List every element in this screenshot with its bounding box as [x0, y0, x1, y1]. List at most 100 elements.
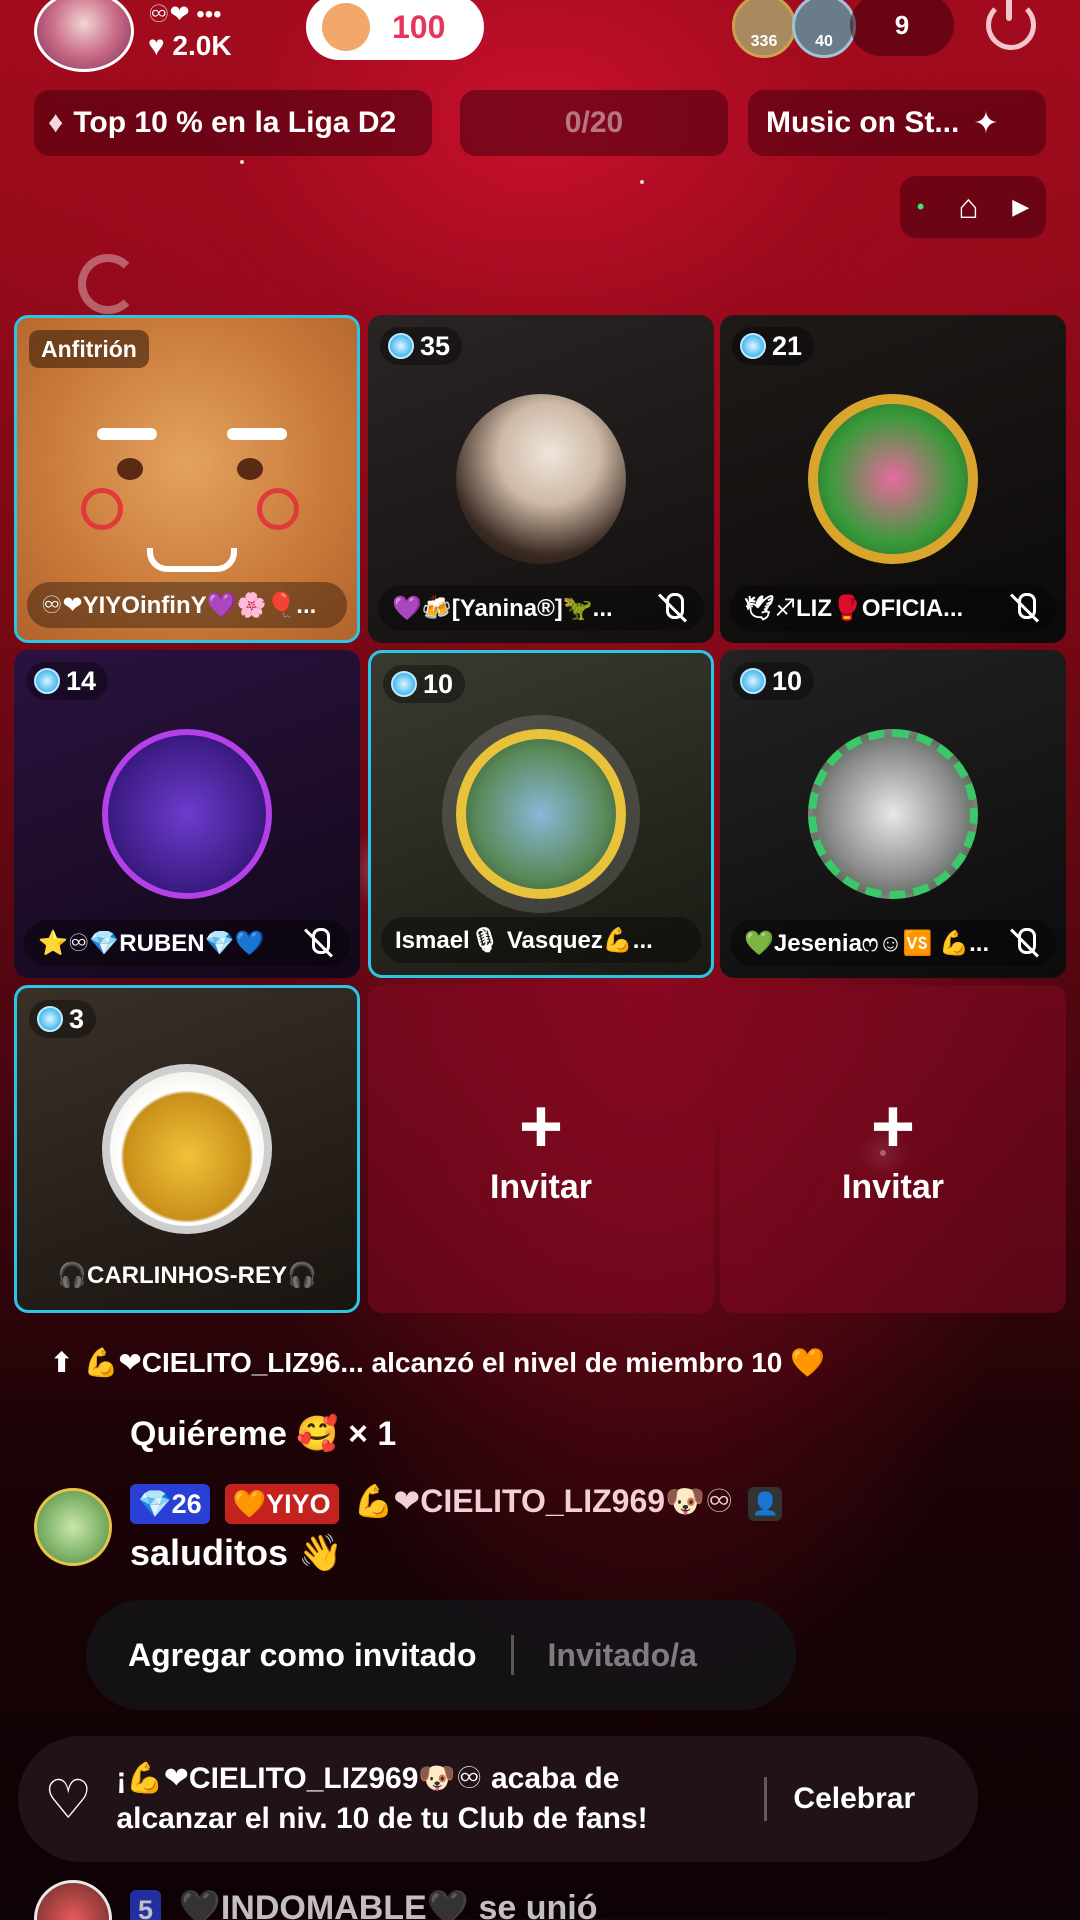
guest-avatar — [102, 729, 272, 899]
gem-icon — [388, 333, 414, 359]
top-viewer-avatar[interactable]: 336 — [732, 0, 796, 58]
guest-name-pill: 💚Jeseniaෆ☺🆚 💪... — [730, 920, 1056, 966]
notification-line1: ¡💪❤CIELITO_LIZ969🐶♾ acaba de — [116, 1762, 620, 1795]
chat-message-header: 💎26 🧡YIYO 💪❤CIELITO_LIZ969🐶♾ 👤 — [130, 1482, 783, 1524]
chat-message-text: saluditos 👋 — [130, 1532, 343, 1573]
guest-score-value: 10 — [423, 668, 454, 699]
guest-avatar — [808, 729, 978, 899]
plus-icon: + — [518, 1083, 564, 1169]
guest-tile[interactable]: 10 Ismael🎙 Vasquez💪... — [368, 650, 714, 978]
guest-tile[interactable]: 35 💜🍻[Yanina®]🦖... — [368, 315, 714, 643]
guest-name: 💚Jeseniaෆ☺🆚 💪... — [744, 929, 990, 957]
guest-score: 10 — [383, 665, 466, 703]
plus-icon: + — [870, 1083, 916, 1169]
guest-name-pill: ⭐♾💎RUBEN💎💙 — [24, 920, 350, 966]
guest-action-bar: Agregar como invitado Invitado/a — [86, 1600, 796, 1710]
guest-avatar — [456, 729, 626, 899]
level-badge: 💎26 — [130, 1483, 210, 1524]
chat-username[interactable]: 💪❤CIELITO_LIZ969🐶♾ — [354, 1483, 734, 1519]
music-pill[interactable]: Music on St... ✦ — [748, 90, 1046, 156]
guest-name-pill: 🎧CARLINHOS-REY🎧 — [27, 1252, 347, 1298]
guest-name: 🎧CARLINHOS-REY🎧 — [57, 1261, 317, 1289]
live-dot-icon: • — [916, 194, 925, 219]
guest-score: 3 — [29, 1000, 97, 1038]
invite-slot[interactable]: + Invitar — [368, 985, 714, 1313]
notification-line2: alcanzar el niv. 10 de tu Club de fans! — [116, 1802, 648, 1835]
guest-name: ♾❤YIYOinfinY💜🌸🎈... — [41, 591, 317, 619]
guest-score-value: 3 — [69, 1003, 85, 1034]
invite-slot[interactable]: + Invitar — [720, 985, 1066, 1313]
league-pill[interactable]: ♦ Top 10 % en la Liga D2 — [34, 90, 432, 156]
viewer-score: 336 — [750, 33, 778, 50]
guest-status: Invitado/a — [547, 1636, 697, 1673]
guest-tile-host[interactable]: Anfitrión ♾❤YIYOinfinY💜🌸🎈... — [14, 315, 360, 643]
join-message: 5 🖤INDOMABLE🖤 se unió — [130, 1888, 598, 1920]
guest-score: 35 — [380, 327, 463, 365]
diamond-icon: ♦ — [48, 106, 64, 139]
join-text: 🖤INDOMABLE🖤 se unió — [178, 1889, 598, 1920]
mic-muted-icon[interactable] — [656, 591, 690, 625]
notification-divider — [764, 1777, 768, 1821]
host-badges: ♾❤ ••• — [148, 1, 222, 28]
sparkle — [640, 180, 644, 184]
mic-muted-icon[interactable] — [302, 926, 336, 960]
gingerbread-avatar-icon — [81, 408, 299, 588]
sparkle — [240, 160, 244, 164]
progress-text: 0/20 — [564, 106, 624, 139]
mic-muted-icon[interactable] — [1008, 591, 1042, 625]
chat-avatar[interactable] — [34, 1880, 112, 1920]
guest-tile[interactable]: 3 🎧CARLINHOS-REY🎧 — [14, 985, 360, 1313]
heart-outline-icon: ♡ — [44, 1769, 93, 1830]
top-viewer-avatar[interactable]: 40 — [792, 0, 856, 58]
guest-tile[interactable]: 10 💚Jeseniaෆ☺🆚 💪... — [720, 650, 1066, 978]
music-text: Music on St... — [766, 106, 960, 139]
fan-club-notification: ♡ ¡💪❤CIELITO_LIZ969🐶♾ acaba de alcanzar … — [18, 1736, 978, 1862]
guest-name: 💜🍻[Yanina®]🦖... — [392, 594, 613, 622]
guest-score-value: 35 — [420, 330, 451, 361]
arrow-up-icon: ⬆ — [50, 1347, 74, 1378]
host-avatar[interactable] — [34, 0, 134, 72]
viewer-score: 40 — [815, 33, 833, 50]
progress-pill[interactable]: 0/20 — [460, 90, 728, 156]
gem-icon — [740, 668, 766, 694]
mic-muted-icon[interactable] — [1008, 926, 1042, 960]
guest-tile[interactable]: 14 ⭐♾💎RUBEN💎💙 — [14, 650, 360, 978]
guest-score-value: 21 — [772, 330, 803, 361]
guest-name-pill: Ismael🎙 Vasquez💪... — [381, 917, 701, 963]
likes-pill-value: 100 — [392, 8, 446, 45]
guest-name-pill: ♾❤YIYOinfinY💜🌸🎈... — [27, 582, 347, 628]
notification-text: ¡💪❤CIELITO_LIZ969🐶♾ acaba de alcanzar el… — [116, 1759, 736, 1839]
gem-icon — [740, 333, 766, 359]
guest-name-pill: 🕊♐LIZ🥊OFICIA... — [730, 585, 1056, 631]
viewer-count[interactable]: 9 — [850, 0, 954, 56]
level-up-text: 💪❤CIELITO_LIZ96... alcanzó el nivel de m… — [83, 1347, 826, 1378]
guest-name: 🕊♐LIZ🥊OFICIA... — [744, 594, 964, 622]
guest-tile[interactable]: 21 🕊♐LIZ🥊OFICIA... — [720, 315, 1066, 643]
play-icon: ▶ — [1012, 194, 1030, 219]
guest-name: ⭐♾💎RUBEN💎💙 — [38, 929, 265, 957]
house-icon: ⌂ — [958, 187, 979, 226]
profile-icon[interactable]: 👤 — [748, 1486, 783, 1521]
guest-avatar — [808, 394, 978, 564]
gift-message: Quiéreme 🥰 × 1 — [130, 1415, 397, 1453]
host-likes-count: ♥ 2.0K — [148, 30, 232, 61]
guest-name-pill: 💜🍻[Yanina®]🦖... — [378, 585, 704, 631]
add-guest-button[interactable]: Agregar como invitado — [128, 1637, 477, 1674]
guest-score-value: 14 — [66, 665, 97, 696]
guest-score-value: 10 — [772, 665, 803, 696]
guest-score: 14 — [26, 662, 109, 700]
invite-label: Invitar — [489, 1167, 593, 1206]
guest-score: 10 — [732, 662, 815, 700]
action-divider — [510, 1635, 514, 1675]
invite-label: Invitar — [841, 1167, 945, 1206]
join-level-badge: 5 — [130, 1890, 162, 1920]
stream-controls[interactable]: • ⌂ ▶ — [900, 176, 1046, 238]
gem-icon — [37, 1006, 63, 1032]
loading-spinner-icon — [78, 254, 138, 314]
power-icon[interactable] — [986, 0, 1036, 50]
guest-avatar — [102, 1064, 272, 1234]
gem-icon — [391, 671, 417, 697]
celebrate-button[interactable]: Celebrar — [793, 1782, 915, 1816]
chat-avatar[interactable] — [34, 1488, 112, 1566]
likes-pill[interactable]: 100 — [306, 0, 484, 60]
